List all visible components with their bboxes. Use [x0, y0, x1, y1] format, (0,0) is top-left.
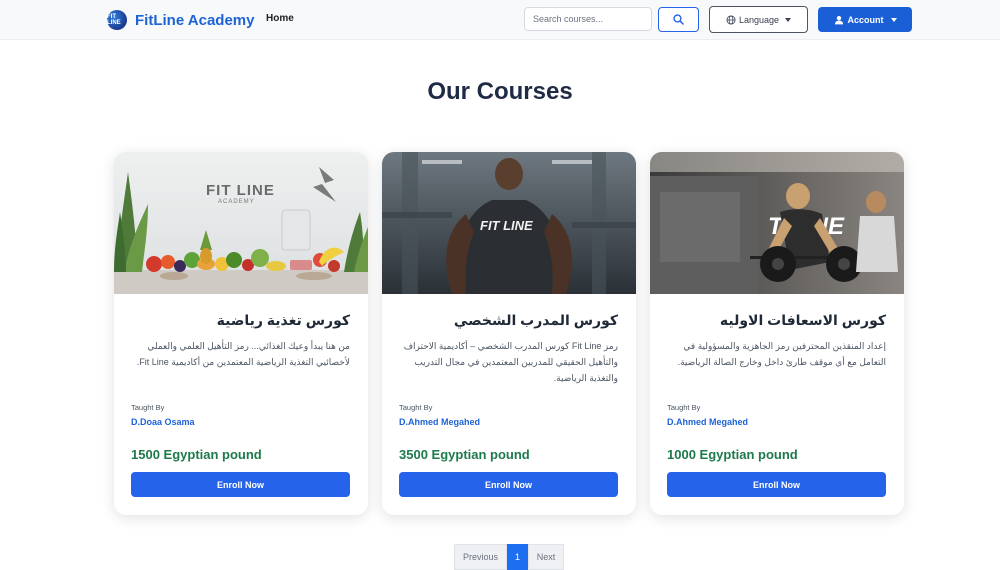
image-logo-text: FIT LINE — [206, 182, 275, 199]
image-shirt-text: FIT LINE — [480, 218, 533, 233]
user-icon — [834, 15, 843, 24]
page-title: Our Courses — [427, 78, 573, 105]
taught-by-label: Taught By — [131, 403, 165, 412]
pagination-next[interactable]: Next — [528, 544, 564, 570]
course-title[interactable]: كورس الاسعافات الاوليه — [720, 312, 886, 329]
chevron-down-icon — [890, 17, 897, 22]
course-card: T LINE كورس الاسعافات الاوليه إعداد المن… — [650, 152, 904, 515]
globe-icon — [726, 15, 736, 24]
course-card: FIT LINE كورس المدرب الشخصي رمز Fit Line… — [382, 152, 636, 515]
image-logo-subtext: ACADEMY — [218, 199, 255, 205]
course-price: 3500 Egyptian pound — [399, 447, 530, 462]
enroll-button[interactable]: Enroll Now — [399, 472, 618, 497]
course-image-first-aid: T LINE — [650, 152, 904, 294]
account-dropdown[interactable]: Account — [818, 7, 912, 32]
instructor-link[interactable]: D.Ahmed Megahed — [667, 417, 748, 427]
course-price: 1500 Egyptian pound — [131, 447, 262, 462]
brand-name[interactable]: FitLine Academy — [135, 12, 254, 29]
instructor-link[interactable]: D.Doaa Osama — [131, 417, 195, 427]
brand-link[interactable]: FIT LINE FitLine Academy — [107, 10, 254, 30]
course-description: إعداد المنقذين المحترفين رمز الجاهزية وا… — [677, 341, 886, 367]
taught-by-label: Taught By — [667, 403, 701, 412]
brand-logo-icon: FIT LINE — [107, 10, 127, 30]
course-title[interactable]: كورس تغذية رياضية — [217, 312, 350, 329]
pagination-previous[interactable]: Previous — [454, 544, 507, 570]
course-image-personal-trainer: FIT LINE — [382, 152, 636, 294]
navbar: FIT LINE FitLine Academy Home Language A… — [0, 0, 1000, 40]
account-label: Account — [847, 14, 884, 25]
instructor-link[interactable]: D.Ahmed Megahed — [399, 417, 480, 427]
taught-by-label: Taught By — [399, 403, 433, 412]
pagination: Previous 1 Next — [454, 544, 564, 570]
course-description: من هنا يبدأ وعيك الغذائي... رمز التأهيل … — [136, 341, 350, 367]
course-price: 1000 Egyptian pound — [667, 447, 798, 462]
course-title[interactable]: كورس المدرب الشخصي — [454, 312, 618, 329]
course-description: رمز Fit Line كورس المدرب الشخصي – أكاديم… — [403, 341, 618, 383]
brand-logo-text: FIT LINE — [107, 14, 121, 26]
search-input[interactable] — [524, 7, 652, 31]
pagination-page-1[interactable]: 1 — [507, 544, 528, 570]
course-image-nutrition: FIT LINE ACADEMY — [114, 152, 368, 294]
nav-home-link[interactable]: Home — [266, 13, 294, 24]
search-icon — [673, 14, 684, 25]
search-button[interactable] — [658, 7, 699, 32]
course-card: FIT LINE ACADEMY كورس تغذية رياضية من هن… — [114, 152, 368, 515]
language-dropdown[interactable]: Language — [709, 6, 808, 33]
enroll-button[interactable]: Enroll Now — [667, 472, 886, 497]
enroll-button[interactable]: Enroll Now — [131, 472, 350, 497]
language-label: Language — [738, 14, 780, 25]
chevron-down-icon — [785, 17, 792, 22]
